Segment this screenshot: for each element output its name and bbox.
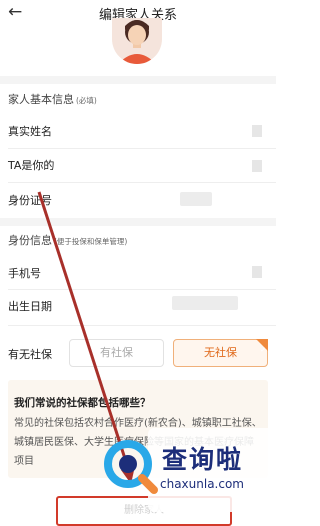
field-relation-label: TA是你的 (8, 159, 55, 172)
section-gap (0, 76, 276, 84)
option-no-insurance[interactable]: 无社保 ✓ (173, 339, 268, 367)
divider (8, 289, 276, 290)
field-name-label: 真实姓名 (8, 125, 52, 138)
field-birthday-label: 出生日期 (8, 300, 52, 313)
field-idcard-value[interactable] (180, 192, 212, 206)
watermark-url: chaxunla.com (160, 477, 244, 491)
field-name-value[interactable] (252, 125, 262, 137)
field-phone-value[interactable] (252, 266, 262, 278)
check-icon: ✓ (260, 346, 266, 354)
field-birthday-value[interactable] (172, 296, 238, 310)
info-title: 我们常说的社保都包括哪些？ (14, 397, 151, 409)
section-gap (0, 218, 276, 226)
divider (8, 182, 276, 183)
divider (8, 148, 276, 149)
watermark-brand: 查询啦 (162, 445, 244, 474)
field-relation-value[interactable] (252, 160, 262, 172)
magnifier-logo-icon (104, 440, 158, 494)
option-has-insurance[interactable]: 有社保 (69, 339, 164, 367)
field-phone-label: 手机号 (8, 267, 41, 280)
section-title-basic: 家人基本信息 (必填) (8, 93, 97, 106)
section-title-identity: 身份信息 (便于投保和保单管理) (8, 234, 128, 247)
divider (8, 325, 276, 326)
avatar[interactable] (112, 18, 162, 64)
social-label: 有无社保 (8, 348, 52, 361)
field-idcard-label: 身份证号 (8, 194, 52, 207)
